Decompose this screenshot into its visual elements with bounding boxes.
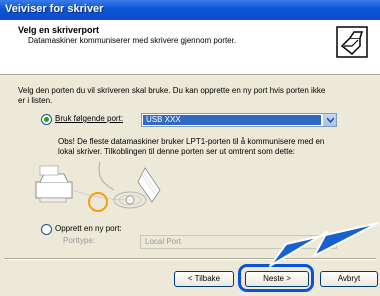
use-port-label[interactable]: Bruk følgende port: (55, 114, 123, 124)
note-text-line2: lokal skriver. Tilkoblingen til denne po… (58, 147, 296, 156)
port-highlight-circle (88, 192, 108, 212)
window-title: Veiviser for skriver (5, 3, 104, 15)
printer-port-illustration (35, 161, 161, 209)
printer-port-icon (336, 26, 368, 58)
footer-separator (4, 258, 376, 260)
port-type-label: Porttype: (63, 236, 96, 245)
use-port-radio[interactable] (41, 114, 52, 125)
intro-text-line1: Velg den porten du vil skriveren skal br… (18, 86, 326, 95)
port-type-value: Local Port (145, 237, 182, 246)
port-type-select: Local Port (140, 235, 337, 249)
next-button-highlight (238, 264, 314, 292)
cancel-button[interactable]: Avbryt (320, 271, 378, 287)
new-port-label[interactable]: Opprett en ny port: (55, 224, 122, 234)
new-port-radio[interactable] (41, 224, 52, 235)
printer-wizard-window: Veiviser for skriver Velg en skriverport… (0, 0, 380, 296)
header-subtitle: Datamaskiner kommuniserer med skrivere g… (28, 36, 237, 45)
port-select-value: USB XXX (143, 115, 321, 125)
chevron-down-icon[interactable] (323, 114, 336, 126)
radio-selected-dot (44, 117, 49, 122)
back-button[interactable]: < Tilbake (174, 271, 234, 287)
port-select[interactable]: USB XXX (141, 113, 337, 127)
header-title: Velg en skriverport (18, 25, 100, 35)
title-bar[interactable]: Veiviser for skriver (0, 0, 380, 20)
note-text-line1: Obs! De fleste datamaskiner bruker LPT1-… (58, 137, 325, 146)
intro-text-line2: er i listen. (18, 96, 53, 105)
chevron-down-icon (322, 236, 336, 248)
